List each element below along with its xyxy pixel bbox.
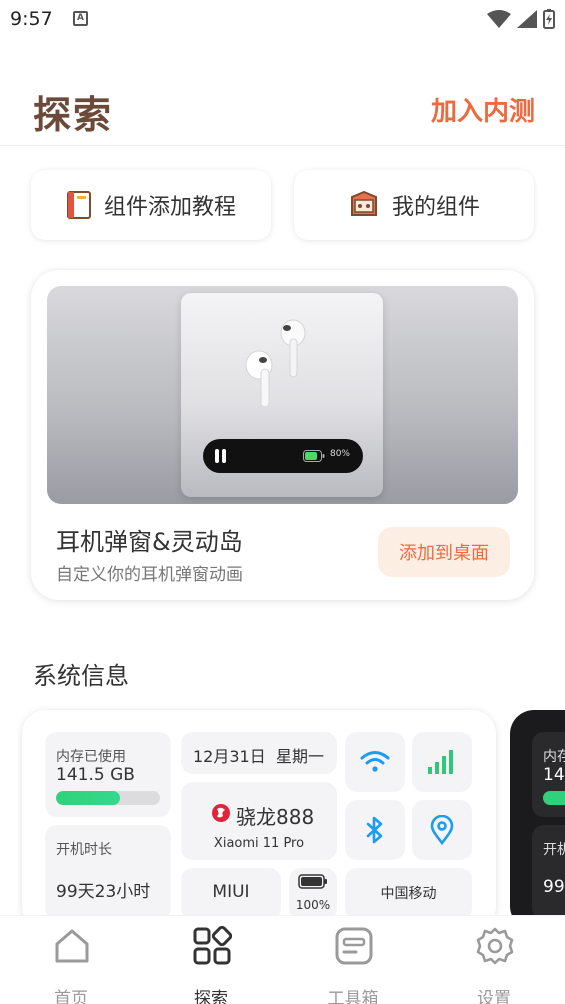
battery-status-icon	[543, 9, 555, 29]
dark-memory-tile: 内存 141	[532, 732, 565, 817]
chip-name: 骁龙888	[236, 805, 315, 829]
nav-item-home[interactable]: 首页	[26, 926, 116, 1004]
uptime-value: 99天23小时	[56, 882, 151, 902]
location-pin-icon	[430, 815, 454, 845]
signal-bars-icon	[428, 750, 453, 774]
dark-uptime-label: 开机	[543, 842, 565, 858]
nav-label-explore: 探索	[194, 989, 228, 1004]
system-info-widget-dark[interactable]: 内存 141 开机 99	[510, 710, 565, 930]
toolbox-icon	[335, 927, 373, 965]
os-value: MIUI	[212, 882, 250, 902]
home-icon	[55, 929, 89, 963]
book-icon	[66, 191, 91, 219]
feature-title: 耳机弹窗&灵动岛	[56, 528, 243, 556]
signal-status-icon	[517, 10, 537, 28]
nav-item-explore[interactable]: 探索	[166, 926, 256, 1004]
wifi-status-icon	[487, 10, 511, 28]
memory-tile: 内存已使用 141.5 GB	[45, 732, 171, 817]
date-value: 12月31日	[193, 747, 266, 766]
battery-icon	[298, 874, 327, 889]
dark-memory-value: 141	[543, 765, 565, 785]
dark-uptime-value: 99	[543, 877, 565, 897]
join-beta-link[interactable]: 加入内测	[431, 91, 535, 128]
widget-tutorial-button[interactable]: 组件添加教程	[31, 170, 271, 240]
nav-label-toolbox: 工具箱	[327, 989, 379, 1004]
wifi-icon	[360, 751, 390, 772]
status-icons	[487, 9, 555, 29]
memory-value: 141.5 GB	[56, 765, 135, 785]
carrier-name: 中国移动	[380, 886, 437, 902]
explore-grid-icon	[193, 926, 232, 965]
status-time: 9:57	[10, 8, 53, 30]
dynamic-island: 80%	[203, 439, 363, 473]
date-tile: 12月31日 星期一	[181, 732, 337, 774]
island-battery-icon	[303, 450, 325, 462]
nav-label-home: 首页	[54, 989, 88, 1004]
widget-box-icon	[350, 191, 377, 216]
earbuds-mini-icon	[215, 449, 226, 463]
bluetooth-icon	[366, 816, 383, 844]
bottom-navigation: 首页 探索 工具箱 设置	[0, 915, 565, 1004]
system-info-title: 系统信息	[33, 662, 129, 690]
airpods-icon	[245, 319, 306, 408]
feature-subtitle: 自定义你的耳机弹窗动画	[56, 565, 243, 585]
memory-progress-fill	[56, 791, 121, 805]
earphone-banner: 80%	[47, 286, 518, 504]
my-widgets-label: 我的组件	[391, 195, 480, 220]
my-widgets-button[interactable]: 我的组件	[294, 170, 534, 240]
page-title: 探索	[33, 93, 114, 137]
location-tile[interactable]	[412, 800, 472, 860]
system-info-widget[interactable]: 内存已使用 141.5 GB 开机时长 99天23小时 12月31日 星期一 骁…	[22, 710, 496, 930]
memory-label: 内存已使用	[56, 749, 126, 765]
island-battery-percent: 80%	[329, 449, 350, 459]
signal-tile[interactable]	[412, 732, 472, 792]
page-header: 探索 加入内测	[0, 70, 565, 146]
add-to-desktop-button[interactable]: 添加到桌面	[378, 527, 510, 577]
popup-preview: 80%	[181, 293, 383, 497]
nav-item-settings[interactable]: 设置	[449, 926, 539, 1004]
battery-tile: 100%	[289, 868, 337, 920]
gear-icon	[476, 927, 514, 965]
os-tile: MIUI	[181, 868, 281, 920]
bluetooth-tile[interactable]	[345, 800, 405, 860]
nav-label-settings: 设置	[477, 989, 511, 1004]
carrier-tile: 中国移动	[345, 868, 472, 920]
dark-memory-bar	[543, 791, 565, 805]
dark-memory-label: 内存	[543, 749, 565, 765]
battery-percent: 100%	[295, 898, 331, 912]
device-model: Xiaomi 11 Pro	[213, 836, 305, 851]
uptime-label: 开机时长	[56, 842, 112, 858]
dark-uptime-tile: 开机 99	[532, 825, 565, 920]
weekday-value: 星期一	[276, 747, 325, 766]
chip-tile: 骁龙888 Xiaomi 11 Pro	[181, 782, 337, 860]
notification-icon: A	[73, 11, 88, 26]
nav-item-toolbox[interactable]: 工具箱	[308, 926, 398, 1004]
earphone-popup-card[interactable]: 80% 耳机弹窗&灵动岛 自定义你的耳机弹窗动画 添加到桌面	[31, 270, 534, 600]
memory-progress-bar	[56, 791, 160, 805]
wifi-tile[interactable]	[345, 732, 405, 792]
status-bar: 9:57 A	[0, 0, 565, 38]
snapdragon-icon	[212, 804, 230, 822]
uptime-tile: 开机时长 99天23小时	[45, 825, 171, 920]
widget-tutorial-label: 组件添加教程	[103, 195, 236, 220]
